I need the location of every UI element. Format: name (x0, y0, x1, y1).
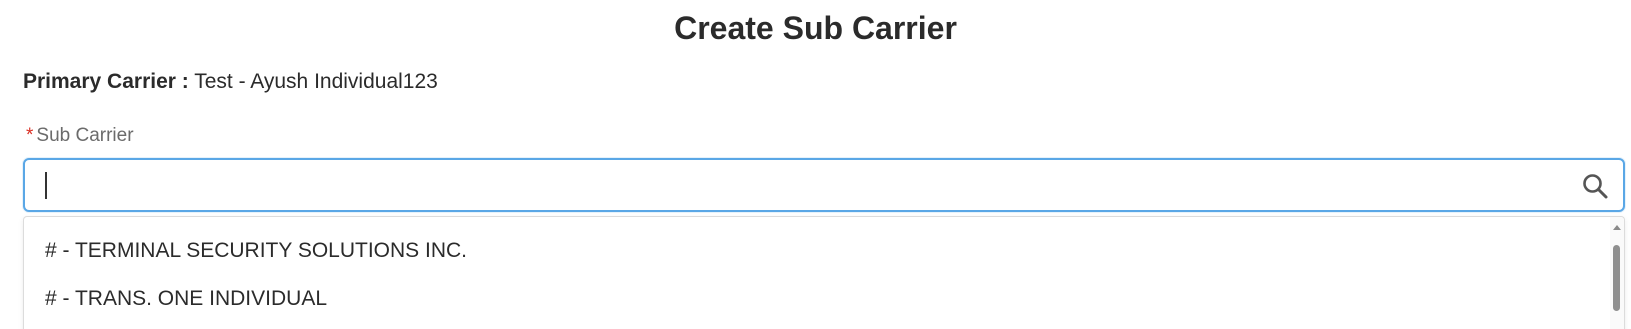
dropdown-scrollbar[interactable] (1610, 217, 1624, 329)
scroll-up-arrow-icon[interactable] (1613, 225, 1621, 230)
primary-carrier-label: Primary Carrier : (23, 70, 189, 93)
create-sub-carrier-page: Create Sub Carrier Primary Carrier : Tes… (0, 0, 1631, 329)
scrollbar-thumb[interactable] (1613, 245, 1620, 311)
required-marker: * (26, 125, 34, 146)
sub-carrier-label: * Sub Carrier (26, 125, 134, 147)
sub-carrier-label-text: Sub Carrier (36, 125, 134, 146)
sub-carrier-search-input[interactable] (43, 170, 1547, 202)
page-title: Create Sub Carrier (674, 10, 957, 46)
text-cursor (45, 172, 47, 199)
primary-carrier-row: Primary Carrier : Test - Ayush Individua… (23, 70, 438, 94)
sub-carrier-dropdown: # - TERMINAL SECURITY SOLUTIONS INC. # -… (23, 216, 1625, 329)
dropdown-option[interactable]: # - TERMINAL SECURITY SOLUTIONS INC. (45, 239, 467, 263)
primary-carrier-value: Test - Ayush Individual123 (194, 70, 438, 93)
dropdown-option[interactable]: # - TRANS. ONE INDIVIDUAL (45, 287, 327, 311)
sub-carrier-search-box[interactable] (23, 158, 1625, 212)
search-icon[interactable] (1581, 172, 1609, 200)
